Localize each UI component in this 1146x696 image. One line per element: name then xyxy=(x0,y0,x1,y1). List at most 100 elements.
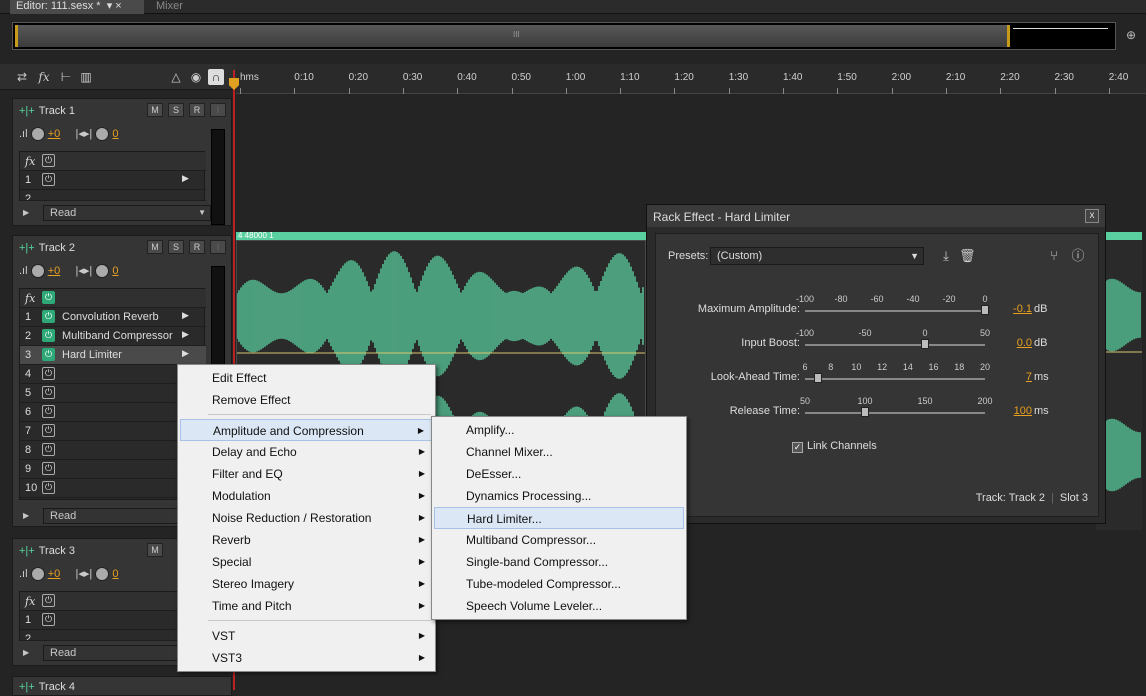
menu-item[interactable]: VST3 ▶ xyxy=(180,647,433,669)
volume-value[interactable]: +0 xyxy=(48,265,61,277)
delete-preset-icon[interactable]: 🗑 xyxy=(959,248,976,264)
pan-value[interactable]: 0 xyxy=(112,265,118,277)
expand-icon[interactable]: ▶ xyxy=(23,208,29,217)
menu-item[interactable]: Edit Effect xyxy=(180,367,433,389)
pan-knob[interactable] xyxy=(95,264,110,279)
eq-icon[interactable]: ▥ xyxy=(78,69,94,85)
mute-button[interactable]: M xyxy=(147,103,163,117)
record-arm-button[interactable]: R xyxy=(189,103,205,117)
input-button[interactable]: I xyxy=(210,240,226,254)
submenu-item[interactable]: Hard Limiter... xyxy=(434,507,684,529)
fx-slot[interactable]: 1 ⏻ Convolution Reverb ▶ xyxy=(20,308,206,327)
menu-item[interactable]: Time and Pitch ▶ xyxy=(180,595,433,617)
link-channels-checkbox[interactable]: ✓ Link Channels xyxy=(792,440,877,453)
power-icon[interactable]: ⏻ xyxy=(42,291,55,304)
swap-icon[interactable]: ⇄ xyxy=(14,69,30,85)
time-ruler[interactable]: hms 0:10 0:20 0:30 0:40 0:50 1:00 1:10 1:20 1:30 1… xyxy=(236,64,1146,94)
menu-item[interactable]: Modulation ▶ xyxy=(180,485,433,507)
slider-thumb[interactable] xyxy=(813,373,822,383)
expand-icon[interactable]: ▶ xyxy=(23,648,29,657)
zoom-icon[interactable]: ⊕ xyxy=(1126,28,1136,42)
menu-item[interactable]: Noise Reduction / Restoration ▶ xyxy=(180,507,433,529)
headphones-icon[interactable]: ∩ xyxy=(208,69,224,85)
slider-thumb[interactable] xyxy=(980,305,989,315)
power-icon[interactable]: ⏻ xyxy=(42,405,55,418)
slider-track[interactable] xyxy=(805,378,985,380)
power-icon[interactable]: ⏻ xyxy=(42,173,55,186)
mute-button[interactable]: M xyxy=(147,543,163,557)
submenu-item[interactable]: Dynamics Processing... xyxy=(434,485,684,507)
solo-button[interactable]: S xyxy=(168,103,184,117)
routing-icon[interactable]: ⑂ xyxy=(1046,248,1062,264)
record-arm-button[interactable]: R xyxy=(189,240,205,254)
slider-track[interactable] xyxy=(805,412,985,414)
pan-knob[interactable] xyxy=(95,127,110,142)
menu-item[interactable]: Remove Effect xyxy=(180,389,433,411)
arrow-icon[interactable]: ▶ xyxy=(182,310,189,321)
submenu-item[interactable]: DeEsser... xyxy=(434,463,684,485)
submenu-item[interactable]: Tube-modeled Compressor... xyxy=(434,573,684,595)
presets-select[interactable]: (Custom) ▼ xyxy=(710,247,924,265)
arrow-icon[interactable]: ▶ xyxy=(182,329,189,340)
tab-mixer[interactable]: Mixer xyxy=(150,0,189,14)
power-icon[interactable]: ⏻ xyxy=(42,310,55,323)
menu-item[interactable]: Reverb ▶ xyxy=(180,529,433,551)
menu-item[interactable]: VST ▶ xyxy=(180,625,433,647)
slider-track[interactable] xyxy=(805,310,985,312)
input-monitor-icon[interactable]: ◉ xyxy=(188,69,204,85)
menu-item[interactable]: Special ▶ xyxy=(180,551,433,573)
clip-header[interactable]: 4 48000 1 xyxy=(236,231,646,240)
solo-button[interactable]: S xyxy=(168,240,184,254)
track-1-title[interactable]: +|+ Track 1 xyxy=(19,105,75,117)
track-4-title[interactable]: +|+ Track 4 xyxy=(19,681,75,693)
power-icon[interactable]: ⏻ xyxy=(42,348,55,361)
param-value[interactable]: 7 xyxy=(992,371,1032,383)
slider-track[interactable] xyxy=(805,344,985,346)
power-icon[interactable]: ⏻ xyxy=(42,329,55,342)
volume-knob[interactable] xyxy=(30,264,45,279)
fx-slot[interactable]: 1 ⏻ ▶ xyxy=(20,171,206,190)
power-icon[interactable]: ⏻ xyxy=(42,424,55,437)
param-value[interactable]: 100 xyxy=(992,405,1032,417)
volume-knob[interactable] xyxy=(30,567,45,582)
power-icon[interactable]: ⏻ xyxy=(42,386,55,399)
tab-editor[interactable]: Editor: 111.sesx * ▾ × xyxy=(10,0,144,14)
expand-icon[interactable]: ▶ xyxy=(23,511,29,520)
menu-item[interactable]: Delay and Echo ▶ xyxy=(180,441,433,463)
send-icon[interactable]: ⊢ xyxy=(58,69,74,85)
power-icon[interactable]: ⏻ xyxy=(42,154,55,167)
pan-value[interactable]: 0 xyxy=(112,568,118,580)
submenu-item[interactable]: Single-band Compressor... xyxy=(434,551,684,573)
volume-value[interactable]: +0 xyxy=(48,568,61,580)
power-icon[interactable]: ⏻ xyxy=(42,443,55,456)
automation-mode-select[interactable]: Read ▼ xyxy=(43,205,211,221)
fx-slot[interactable]: 3 ⏻ Hard Limiter ▶ xyxy=(20,346,206,365)
dialog-title[interactable]: Rack Effect - Hard Limiter xyxy=(647,205,1105,227)
input-button[interactable]: I xyxy=(210,103,226,117)
fx-slot[interactable]: 2 ⏻ Multiband Compressor ▶ xyxy=(20,327,206,346)
menu-item[interactable]: Stereo Imagery ▶ xyxy=(180,573,433,595)
menu-item[interactable]: Filter and EQ ▶ xyxy=(180,463,433,485)
overview-bar[interactable]: III xyxy=(12,22,1116,50)
submenu-item[interactable]: Multiband Compressor... xyxy=(434,529,684,551)
overview-grip[interactable]: III xyxy=(513,30,520,39)
close-button[interactable]: x xyxy=(1085,209,1099,223)
power-icon[interactable]: ⏻ xyxy=(42,462,55,475)
power-icon[interactable]: ⏻ xyxy=(42,594,55,607)
mute-button[interactable]: M xyxy=(147,240,163,254)
volume-knob[interactable] xyxy=(30,127,45,142)
pan-value[interactable]: 0 xyxy=(112,128,118,140)
power-icon[interactable]: ⏻ xyxy=(42,481,55,494)
menu-item[interactable]: Amplitude and Compression ▶ xyxy=(180,419,433,441)
fx-icon[interactable]: fx xyxy=(36,69,52,85)
slider-thumb[interactable] xyxy=(921,339,930,349)
track-2-title[interactable]: +|+ Track 2 xyxy=(19,242,75,254)
save-preset-icon[interactable]: ⤓ xyxy=(938,248,954,264)
pan-knob[interactable] xyxy=(95,567,110,582)
submenu-item[interactable]: Amplify... xyxy=(434,419,684,441)
volume-value[interactable]: +0 xyxy=(48,128,61,140)
submenu-item[interactable]: Channel Mixer... xyxy=(434,441,684,463)
power-icon[interactable]: ⏻ xyxy=(42,613,55,626)
info-icon[interactable]: ⓘ xyxy=(1070,248,1086,264)
fx-slot[interactable]: 2 xyxy=(20,190,206,201)
